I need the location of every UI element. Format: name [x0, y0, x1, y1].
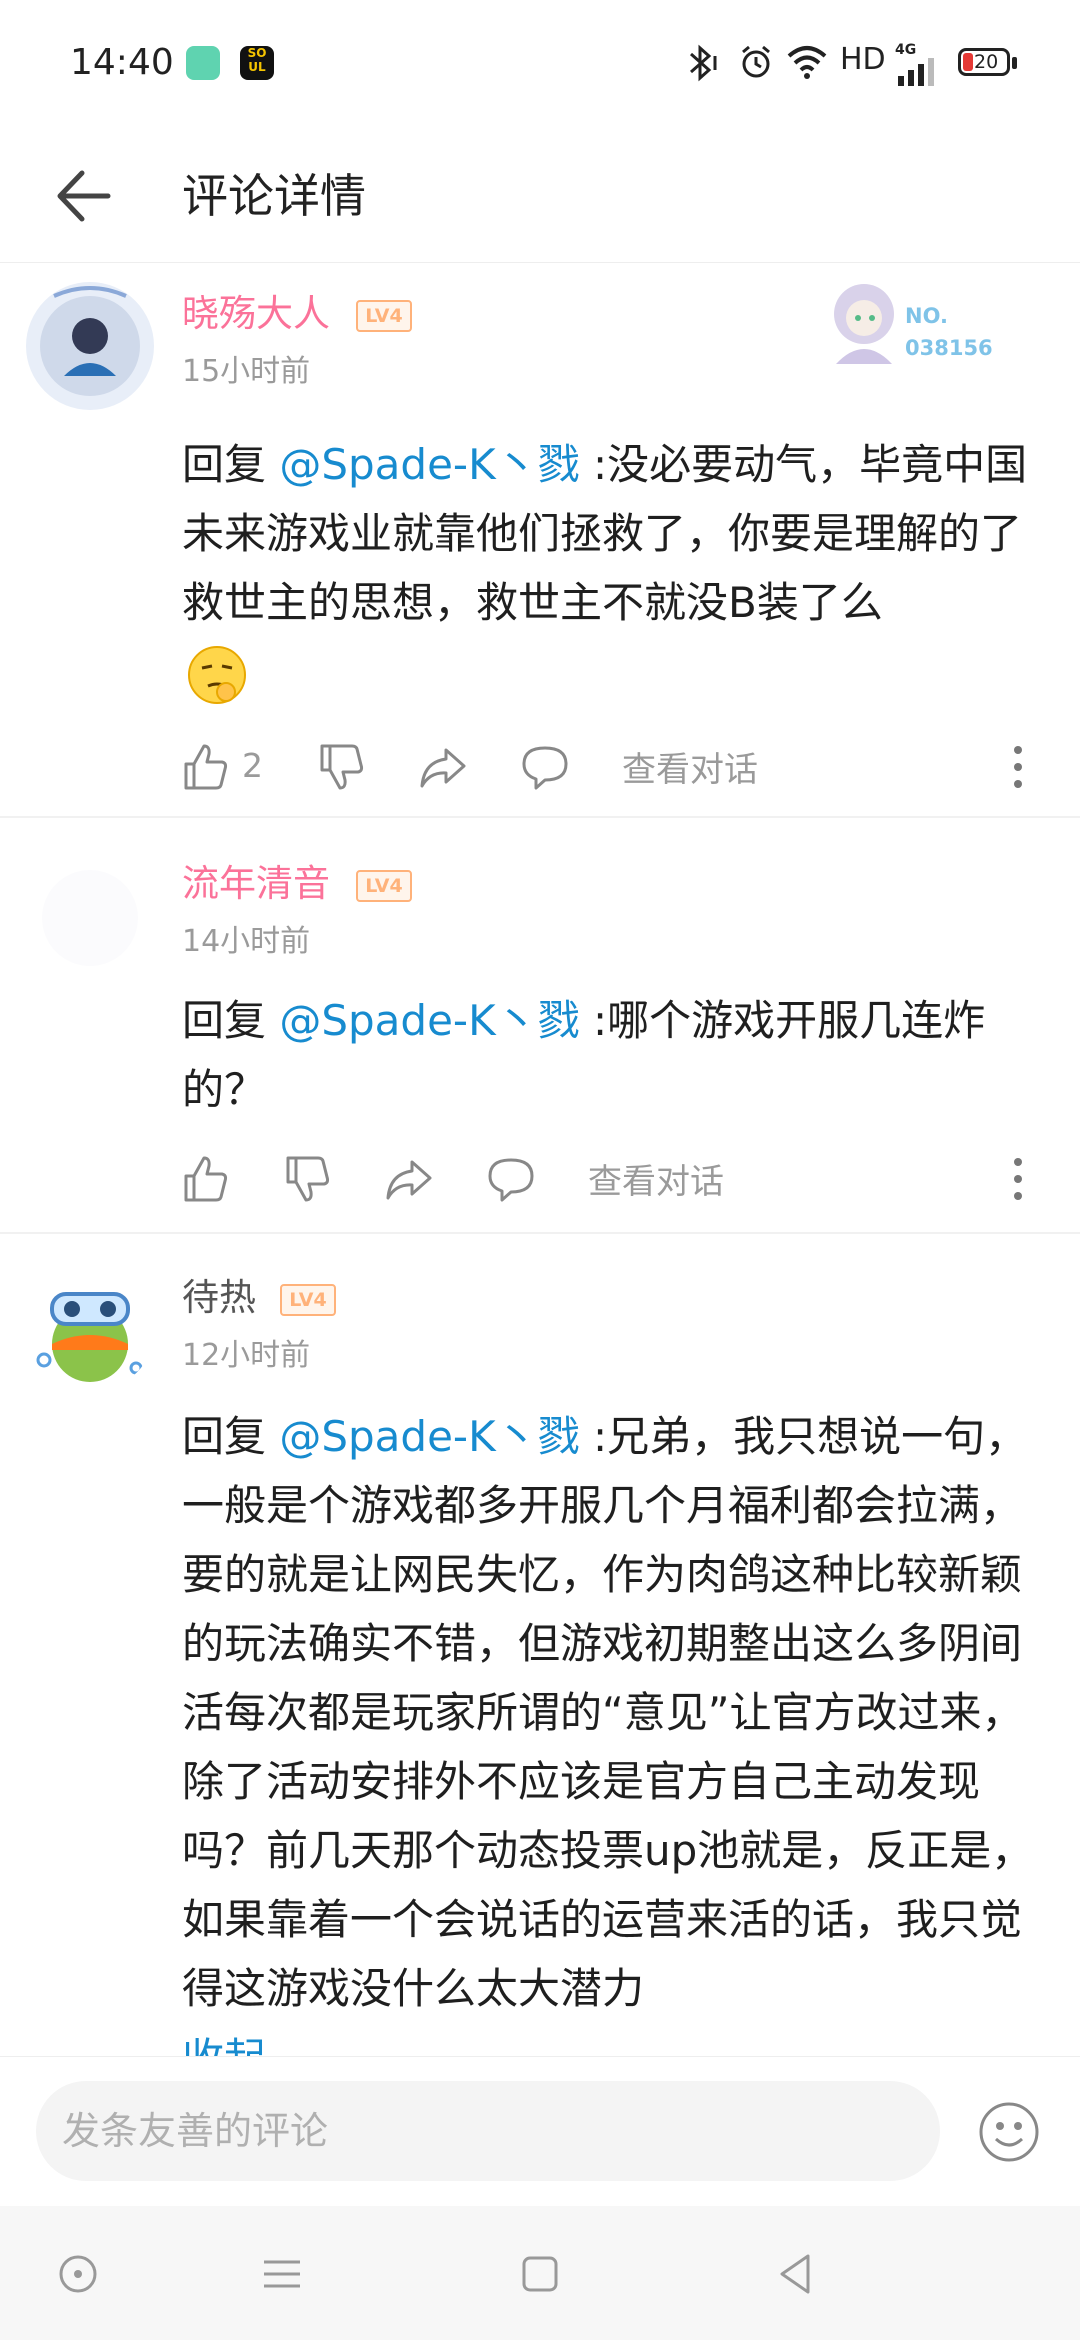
home-nav-icon[interactable]	[512, 2246, 568, 2302]
username[interactable]: 流年清音	[182, 858, 330, 910]
username[interactable]: 晓殇大人	[182, 288, 330, 340]
reply-comment-icon[interactable]	[486, 1154, 536, 1204]
reply-comment-icon[interactable]	[520, 742, 570, 792]
status-bar: 14:40 SO UL HD 4G 20	[0, 0, 1080, 130]
share-icon[interactable]	[384, 1154, 434, 1204]
level-badge: LV4	[280, 1284, 336, 1316]
like-icon[interactable]	[180, 1154, 230, 1204]
comment-text: 回复 @Spade-K丶戮 :哪个游戏开服几连炸的？	[182, 986, 1042, 1124]
more-options-icon[interactable]	[1012, 744, 1024, 790]
battery-icon: 20	[958, 48, 1010, 76]
back-nav-icon[interactable]	[768, 2246, 824, 2302]
comment-item: 待热 LV4 12小时前 回复 @Spade-K丶戮 :兄弟，我只想说一句，一般…	[0, 1234, 1080, 2056]
page-header: 评论详情	[0, 130, 1080, 263]
reply-prefix: 回复	[182, 440, 280, 489]
fan-badge-avatar	[834, 284, 894, 364]
comment-text: 回复 @Spade-K丶戮 :兄弟，我只想说一句，一般是个游戏都多开服几个月福利…	[182, 1402, 1042, 2023]
wifi-icon	[787, 46, 827, 79]
network-type: HD	[840, 42, 886, 77]
system-nav-bar	[0, 2206, 1080, 2340]
comment-input-bar	[0, 2056, 1080, 2207]
emoji-icon[interactable]	[978, 2101, 1040, 2163]
fan-badge-number: NO. 038156	[905, 304, 993, 360]
dislike-icon[interactable]	[316, 742, 366, 792]
soul-app-icon: SO UL	[240, 46, 274, 80]
comment-body: :兄弟，我只想说一句，一般是个游戏都多开服几个月福利都会拉满，要的就是让网民失忆…	[182, 1412, 1034, 2013]
back-arrow-icon[interactable]	[52, 165, 114, 227]
like-icon[interactable]	[180, 742, 230, 792]
app-notification-icon	[186, 46, 220, 80]
view-dialog-link[interactable]: 查看对话	[588, 1154, 724, 1203]
alarm-icon	[742, 45, 770, 78]
signal-icon	[898, 58, 934, 86]
username[interactable]: 待热	[182, 1272, 256, 1324]
like-count: 2	[242, 746, 263, 785]
comment-time: 14小时前	[182, 924, 311, 959]
collapse-link[interactable]: 收起	[182, 2024, 266, 2056]
mention-link[interactable]: @Spade-K丶戮	[279, 1412, 579, 1461]
level-badge: LV4	[356, 870, 412, 902]
reply-prefix: 回复	[182, 996, 280, 1045]
user-avatar[interactable]	[24, 280, 156, 412]
level-badge: LV4	[356, 300, 412, 332]
page-title: 评论详情	[182, 169, 366, 223]
comment-time: 15小时前	[182, 354, 311, 389]
more-options-icon[interactable]	[1012, 1156, 1024, 1202]
user-avatar[interactable]	[40, 868, 140, 968]
comment-input[interactable]	[36, 2081, 940, 2181]
bluetooth-icon	[690, 44, 717, 82]
reply-prefix: 回复	[182, 1412, 280, 1461]
signal-label: 4G	[895, 42, 917, 58]
mention-link[interactable]: @Spade-K丶戮	[279, 440, 579, 489]
user-avatar[interactable]	[24, 1260, 156, 1392]
comment-item: 晓殇大人 LV4 15小时前 NO. 038156 回复 @Spade-K丶戮 …	[0, 264, 1080, 816]
comment-time: 12小时前	[182, 1338, 311, 1373]
smirk-emoji-icon	[188, 646, 246, 704]
dislike-icon[interactable]	[282, 1154, 332, 1204]
comment-text: 回复 @Spade-K丶戮 :没必要动气，毕竟中国未来游戏业就靠他们拯救了，你要…	[182, 430, 1042, 637]
battery-level: 20	[974, 51, 999, 73]
view-dialog-link[interactable]: 查看对话	[622, 742, 758, 791]
status-time: 14:40	[70, 42, 174, 83]
mention-link[interactable]: @Spade-K丶戮	[279, 996, 579, 1045]
comment-item: 流年清音 LV4 14小时前 回复 @Spade-K丶戮 :哪个游戏开服几连炸的…	[0, 818, 1080, 1232]
menu-nav-icon[interactable]	[254, 2246, 310, 2302]
share-icon[interactable]	[418, 742, 468, 792]
assistant-nav-icon[interactable]	[50, 2246, 106, 2302]
